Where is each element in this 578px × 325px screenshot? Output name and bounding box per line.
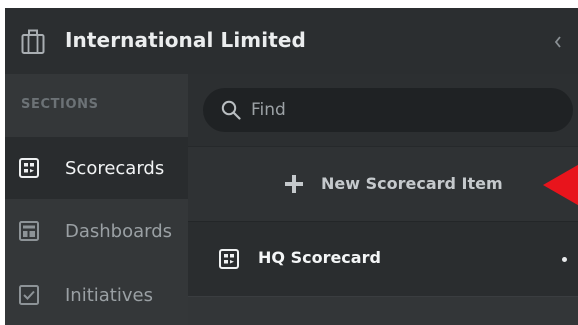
checkbox-icon [19,285,39,305]
list-item-hq-scorecard[interactable]: HQ Scorecard [188,222,578,296]
search-input[interactable] [251,97,551,123]
app-header: International Limited [5,8,578,74]
status-dot [562,257,567,262]
list-item-label: HQ Scorecard [258,248,381,267]
sidebar-item-label: Initiatives [65,284,153,306]
new-scorecard-item-button[interactable]: New Scorecard Item [188,147,578,221]
red-arrow-annotation-icon [543,164,578,206]
scorecard-icon [19,158,39,178]
sidebar-item-initiatives[interactable]: Initiatives [5,264,188,325]
sidebar-heading: SECTIONS [21,97,99,112]
chevron-left-icon[interactable] [553,35,563,49]
sidebar: SECTIONS Scorecards Dashboards Initiativ… [5,74,188,325]
sidebar-item-dashboards[interactable]: Dashboards [5,200,188,262]
scorecard-icon [219,249,239,269]
organization-name: International Limited [65,28,306,52]
briefcase-icon [21,29,45,54]
app-window: International Limited SECTIONS Scorecard… [5,8,578,325]
search-box[interactable] [203,88,573,132]
plus-icon [285,175,303,193]
main-footer-area [188,297,578,325]
search-icon [221,100,241,120]
dashboard-icon [19,221,39,241]
new-scorecard-item-label: New Scorecard Item [321,174,503,193]
sidebar-item-label: Dashboards [65,220,173,242]
sidebar-item-label: Scorecards [65,157,165,179]
sidebar-item-scorecards[interactable]: Scorecards [5,137,188,199]
main-panel: New Scorecard Item HQ Scorecard [188,74,578,325]
